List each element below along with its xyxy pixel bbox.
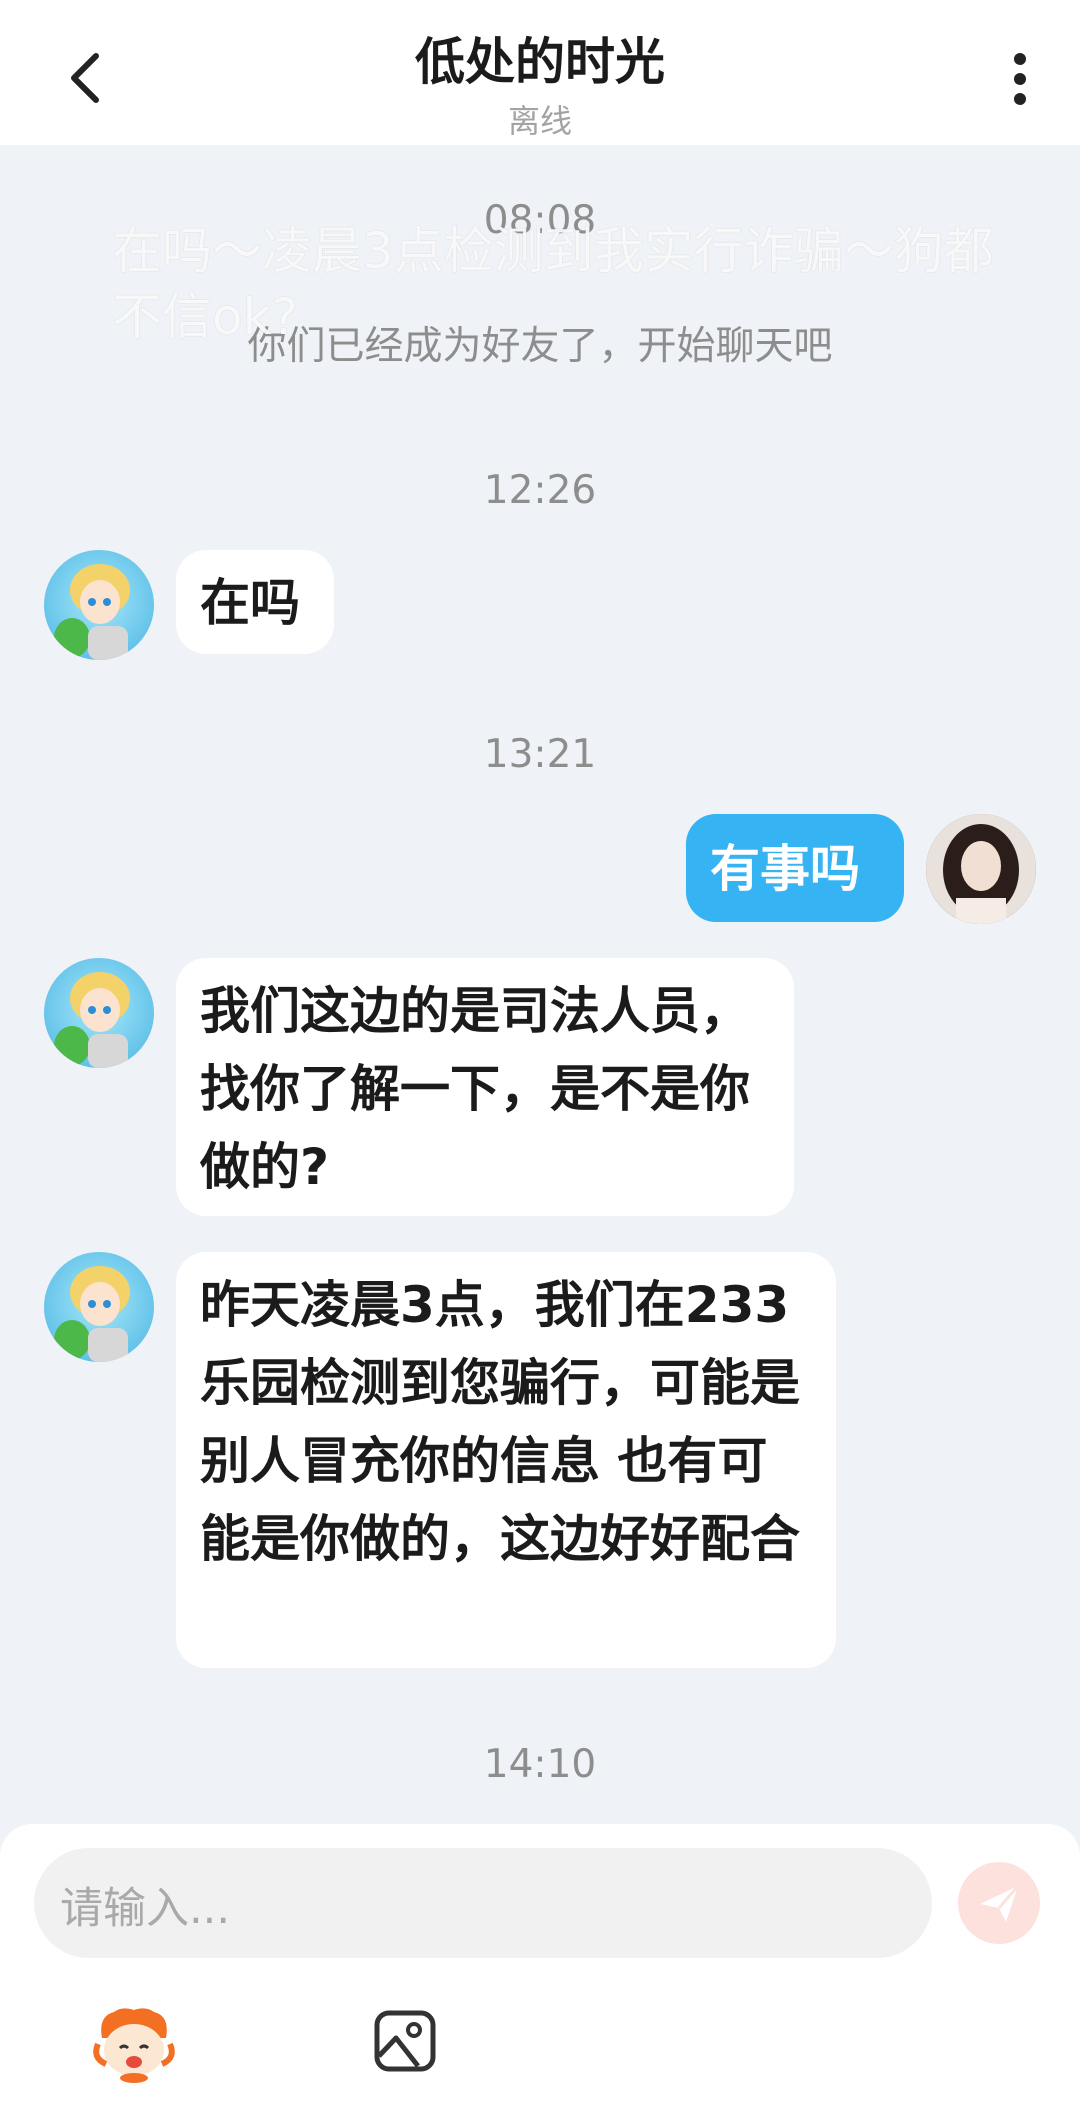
my-avatar-image — [926, 814, 1036, 924]
received-message-bubble[interactable]: 昨天凌晨3点，我们在233乐园检测到您骗行，可能是别人冒充你的信息 也有可能是你… — [176, 1252, 836, 1668]
message-text: 我们这边的是司法人员，找你了解一下，是不是你做的? — [200, 982, 750, 1196]
contact-avatar[interactable] — [44, 958, 154, 1068]
contact-avatar[interactable] — [44, 550, 154, 660]
contact-avatar-image — [54, 972, 130, 1068]
received-message-bubble[interactable]: 我们这边的是司法人员，找你了解一下，是不是你做的? — [176, 958, 794, 1216]
sent-message-bubble[interactable]: 有事吗 — [686, 814, 904, 922]
chat-title: 低处的时光 — [415, 33, 665, 91]
received-message-bubble[interactable]: 在吗 — [176, 550, 334, 654]
my-avatar[interactable] — [926, 814, 1036, 924]
input-bar: 请输入... — [0, 1824, 1080, 2110]
timestamp: 14:10 — [483, 1742, 597, 1787]
message-input[interactable]: 请输入... — [34, 1848, 932, 1958]
image-icon — [374, 2010, 436, 2072]
more-vertical-icon — [1014, 53, 1026, 105]
message-text: 昨天凌晨3点，我们在233乐园检测到您骗行，可能是别人冒充你的信息 也有可能是你… — [200, 1276, 800, 1568]
send-button[interactable] — [958, 1862, 1040, 1944]
timestamp: 08:08 — [483, 198, 597, 243]
image-button[interactable] — [372, 2008, 438, 2074]
timestamp: 13:21 — [483, 732, 597, 777]
contact-avatar-image — [54, 564, 130, 660]
emoji-mascot-icon — [93, 2008, 175, 2083]
chat-header: 低处的时光 离线 — [0, 0, 1080, 145]
emoji-button[interactable] — [92, 2004, 176, 2084]
message-text: 有事吗 — [710, 840, 860, 898]
message-text: 在吗 — [200, 574, 300, 632]
input-placeholder: 请输入... — [60, 1884, 231, 1934]
contact-avatar-image — [54, 1266, 130, 1362]
system-message: 你们已经成为好友了，开始聊天吧 — [247, 324, 833, 369]
timestamp: 12:26 — [483, 468, 597, 513]
send-icon — [980, 1885, 1020, 1922]
more-button[interactable] — [1000, 50, 1040, 110]
online-status: 离线 — [507, 102, 572, 140]
contact-avatar[interactable] — [44, 1252, 154, 1362]
